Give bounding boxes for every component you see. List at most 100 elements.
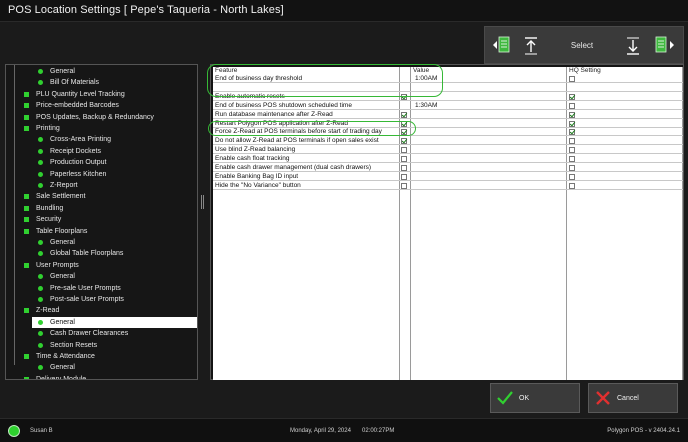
setting-checkbox[interactable]	[401, 165, 407, 171]
logged-in-user: Susan B	[30, 428, 53, 434]
tree-item[interactable]: Pre-sale User Prompts	[38, 283, 121, 294]
tree-item[interactable]: General	[38, 237, 75, 248]
tree-leaf-icon	[38, 148, 43, 154]
tree-item[interactable]: Cross-Area Printing	[38, 134, 111, 145]
tree-item[interactable]: Z-Report	[38, 180, 78, 191]
setting-checkbox[interactable]	[401, 156, 407, 163]
hq-setting-checkbox[interactable]	[569, 182, 575, 189]
expand-right-button[interactable]	[651, 29, 679, 61]
tree-item[interactable]: Time & Attendance	[24, 351, 95, 362]
setting-row[interactable]	[213, 84, 683, 92]
hq-setting-checkbox[interactable]	[569, 138, 575, 145]
setting-value[interactable]: 1:00AM	[415, 75, 437, 83]
tree-item-label: Time & Attendance	[36, 353, 95, 360]
setting-row[interactable]: Enable Banking Bag ID input	[213, 173, 683, 181]
tree-item[interactable]: Delivery Module	[24, 374, 86, 379]
tree-item-label: Section Resets	[50, 341, 98, 349]
tree-item[interactable]: Sale Settlement	[24, 191, 85, 202]
tree-item[interactable]: Cash Drawer Clearances	[38, 328, 128, 339]
status-bar: Susan B Monday, April 29, 2024 02:00:27P…	[0, 418, 688, 442]
tree-item[interactable]: Receipt Dockets	[38, 146, 101, 157]
move-bottom-button[interactable]	[619, 29, 647, 61]
tree-item[interactable]: Security	[24, 214, 61, 225]
setting-row[interactable]: Use blind Z-Read balancing	[213, 146, 683, 155]
tree-item-label: Sale Settlement	[36, 193, 86, 201]
tree-item-label: Price-embedded Barcodes	[36, 102, 119, 110]
feature-column-header[interactable]: Feature	[215, 67, 237, 75]
ok-button[interactable]: OK	[490, 383, 580, 413]
setting-row[interactable]: Hide the "No Variance" button	[213, 182, 683, 190]
tree-item[interactable]: Bill Of Materials	[38, 77, 99, 88]
tree-item-label: User Prompts	[36, 261, 79, 269]
settings-tree[interactable]: General Bill Of Materials PLU Quantity Lev…	[5, 64, 198, 380]
setting-row[interactable]: Do not allow Z-Read at POS terminals if …	[213, 137, 683, 146]
tree-folder-icon	[24, 194, 29, 200]
hq-setting-checkbox[interactable]	[569, 129, 575, 136]
tree-item[interactable]: Section Resets	[38, 340, 97, 351]
move-top-button[interactable]	[517, 29, 545, 61]
setting-row[interactable]: Force Z-Read at POS terminals before sta…	[213, 128, 683, 137]
tree-leaf-icon	[38, 80, 43, 86]
tree-item-label: Printing	[36, 125, 60, 132]
collapse-left-button[interactable]	[487, 29, 515, 61]
setting-checkbox[interactable]	[401, 138, 407, 145]
setting-checkbox[interactable]	[401, 120, 407, 127]
setting-checkbox[interactable]	[401, 93, 407, 100]
tree-item[interactable]: PLU Quantity Level Tracking	[24, 89, 125, 100]
panel-splitter[interactable]	[201, 195, 204, 209]
tree-folder-icon	[24, 217, 29, 223]
setting-row[interactable]: Restart Polygon POS application after Z-…	[213, 120, 683, 128]
setting-checkbox[interactable]	[401, 111, 407, 118]
hq-setting-checkbox[interactable]	[569, 76, 575, 82]
setting-checkbox[interactable]	[401, 182, 407, 189]
tree-item[interactable]: General	[38, 66, 75, 77]
check-icon	[497, 391, 513, 405]
cancel-button[interactable]: Cancel	[588, 383, 678, 413]
setting-row[interactable]: End of business POS shutdown scheduled t…	[213, 102, 683, 110]
cancel-button-label: Cancel	[617, 394, 639, 402]
tree-item[interactable]: User Prompts	[24, 260, 79, 271]
setting-value[interactable]: 1:30AM	[415, 102, 437, 110]
hq-setting-checkbox[interactable]	[569, 147, 575, 154]
page-right-icon	[655, 36, 674, 53]
tree-item[interactable]: General	[32, 316, 197, 328]
setting-row[interactable]: End of business day threshold 1:00AM	[213, 75, 683, 83]
value-column-header[interactable]: Value	[413, 67, 429, 75]
hq-setting-checkbox[interactable]	[569, 111, 575, 118]
setting-feature: Enable automatic resets	[215, 92, 285, 100]
hq-setting-checkbox[interactable]	[569, 173, 575, 180]
tree-item[interactable]: Global Table Floorplans	[38, 248, 123, 259]
hq-setting-checkbox[interactable]	[569, 93, 575, 100]
tree-item[interactable]: Bundling	[24, 203, 63, 214]
setting-feature: Force Z-Read at POS terminals before sta…	[215, 128, 382, 136]
tree-item[interactable]: Production Output	[38, 157, 106, 168]
tree-item-label: Paperless Kitchen	[50, 170, 107, 178]
hq-setting-checkbox[interactable]	[569, 165, 575, 171]
setting-feature: Run database maintenance after Z-Read	[215, 110, 333, 118]
setting-row[interactable]: Enable cash drawer management (dual cash…	[213, 164, 683, 172]
tree-item[interactable]: Paperless Kitchen	[38, 169, 106, 180]
tree-leaf-icon	[38, 183, 43, 188]
tree-item[interactable]: Printing	[24, 123, 60, 134]
tree-item-label: Z-Read	[36, 307, 60, 315]
setting-feature: Do not allow Z-Read at POS terminals if …	[215, 137, 379, 145]
tree-item[interactable]: General	[38, 362, 75, 373]
hq-setting-column-header[interactable]: HQ Setting	[569, 67, 601, 75]
setting-checkbox[interactable]	[401, 129, 407, 136]
tree-item[interactable]: Z-Read	[24, 305, 59, 316]
tree-item-label: General	[50, 364, 75, 372]
select-button[interactable]: Select	[545, 29, 619, 61]
tree-item[interactable]: Table Floorplans	[24, 226, 87, 237]
hq-setting-checkbox[interactable]	[569, 120, 575, 127]
hq-setting-checkbox[interactable]	[569, 156, 575, 163]
setting-row[interactable]: Enable automatic resets	[213, 93, 683, 101]
setting-checkbox[interactable]	[401, 147, 407, 154]
setting-checkbox[interactable]	[401, 173, 407, 180]
tree-item[interactable]: Post-sale User Prompts	[38, 294, 124, 305]
tree-item[interactable]: Price-embedded Barcodes	[24, 100, 119, 111]
setting-row[interactable]: Enable cash float tracking	[213, 155, 683, 164]
setting-row[interactable]: Run database maintenance after Z-Read	[213, 111, 683, 119]
tree-item[interactable]: General	[38, 271, 75, 282]
hq-setting-checkbox[interactable]	[569, 102, 575, 109]
tree-item[interactable]: POS Updates, Backup & Redundancy	[24, 112, 154, 123]
